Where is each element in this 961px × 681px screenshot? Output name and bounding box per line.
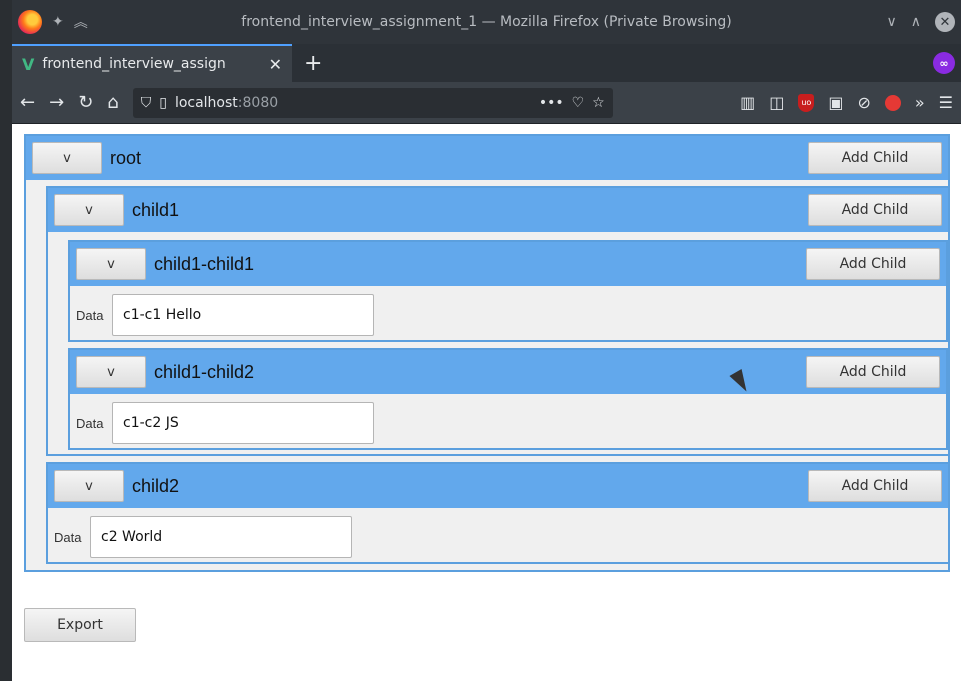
add-child-button[interactable]: Add Child <box>808 142 942 174</box>
pin-icon[interactable]: ✦ <box>52 14 64 30</box>
home-button[interactable]: ⌂ <box>107 92 118 113</box>
page-actions-button[interactable]: ••• <box>539 95 564 111</box>
page-icon[interactable]: ▯ <box>159 95 167 111</box>
tree-node-child2: v child2 Add Child Data <box>46 462 950 564</box>
tab-close-icon[interactable]: ✕ <box>269 55 282 74</box>
node-name: child1 <box>132 200 180 220</box>
node-header: v child1 Add Child <box>48 188 948 232</box>
vue-favicon-icon: V <box>22 54 35 74</box>
add-child-button[interactable]: Add Child <box>806 356 940 388</box>
library-icon[interactable]: ▥ <box>740 93 755 112</box>
navigation-bar: ← → ↻ ⌂ ⛉ ▯ localhost:8080 ••• ♡ ☆ ▥ ◫ u… <box>12 82 961 124</box>
node-name: child2 <box>132 476 180 496</box>
reload-button[interactable]: ↻ <box>78 92 93 113</box>
firefox-icon <box>18 10 42 34</box>
toggle-button[interactable]: v <box>76 356 146 388</box>
tab-bar: V frontend_interview_assign ✕ + ∞ <box>12 44 961 82</box>
node-header: v child2 Add Child <box>48 464 948 508</box>
minimize-icon[interactable]: ∨ <box>887 14 897 30</box>
node-header: v child1-child1 Add Child <box>70 242 946 286</box>
url-port: :8080 <box>237 94 279 111</box>
data-input[interactable] <box>112 294 374 336</box>
data-label: Data <box>54 530 82 545</box>
url-bar[interactable]: ⛉ ▯ localhost:8080 ••• ♡ ☆ <box>132 87 613 118</box>
node-name: child1-child2 <box>154 362 255 382</box>
export-button[interactable]: Export <box>24 608 136 642</box>
shield-icon[interactable]: ⛉ <box>141 95 152 111</box>
tab-active[interactable]: V frontend_interview_assign ✕ <box>12 44 292 82</box>
add-child-button[interactable]: Add Child <box>808 194 942 226</box>
node-name: child1-child1 <box>154 254 255 274</box>
star-icon[interactable]: ☆ <box>592 95 605 111</box>
node-header: v child1-child2 Add Child <box>70 350 946 394</box>
tab-label: frontend_interview_assign <box>42 56 226 72</box>
add-child-button[interactable]: Add Child <box>806 248 940 280</box>
container-icon[interactable]: ▣ <box>828 93 843 112</box>
block-icon[interactable]: ⊘ <box>857 93 870 112</box>
tree-node-child1-child2: v child1-child2 Add Child Data <box>68 348 948 450</box>
data-label: Data <box>76 308 104 323</box>
toggle-button[interactable]: v <box>54 470 124 502</box>
hamburger-menu-icon[interactable]: ☰ <box>939 93 953 112</box>
keep-above-icon[interactable]: ︽ <box>74 12 88 32</box>
tomato-extension-icon[interactable] <box>884 94 901 111</box>
title-bar: ✦ ︽ frontend_interview_assignment_1 — Mo… <box>12 0 961 44</box>
toggle-button[interactable]: v <box>76 248 146 280</box>
data-input[interactable] <box>90 516 352 558</box>
data-label: Data <box>76 416 104 431</box>
node-name: root <box>110 148 142 168</box>
sidebar-icon[interactable]: ◫ <box>769 93 784 112</box>
add-child-button[interactable]: Add Child <box>808 470 942 502</box>
window-title: frontend_interview_assignment_1 — Mozill… <box>241 14 732 30</box>
page-content: v root Add Child v child1 Add Child v ch… <box>12 124 961 681</box>
node-header: v root Add Child <box>26 136 948 180</box>
browser-window: ✦ ︽ frontend_interview_assignment_1 — Mo… <box>12 0 961 681</box>
pocket-icon[interactable]: ♡ <box>572 95 585 111</box>
private-browsing-icon: ∞ <box>933 52 955 74</box>
back-button[interactable]: ← <box>20 92 35 113</box>
overflow-menu-icon[interactable]: » <box>915 93 925 112</box>
toggle-button[interactable]: v <box>32 142 102 174</box>
data-input[interactable] <box>112 402 374 444</box>
close-icon[interactable]: ✕ <box>935 12 955 32</box>
forward-button[interactable]: → <box>49 92 64 113</box>
ublock-icon[interactable]: uo <box>798 93 815 112</box>
tree-node-child1-child1: v child1-child1 Add Child Data <box>68 240 948 342</box>
new-tab-button[interactable]: + <box>292 44 334 82</box>
toggle-button[interactable]: v <box>54 194 124 226</box>
maximize-icon[interactable]: ∧ <box>911 14 921 30</box>
url-host: localhost <box>174 94 238 111</box>
